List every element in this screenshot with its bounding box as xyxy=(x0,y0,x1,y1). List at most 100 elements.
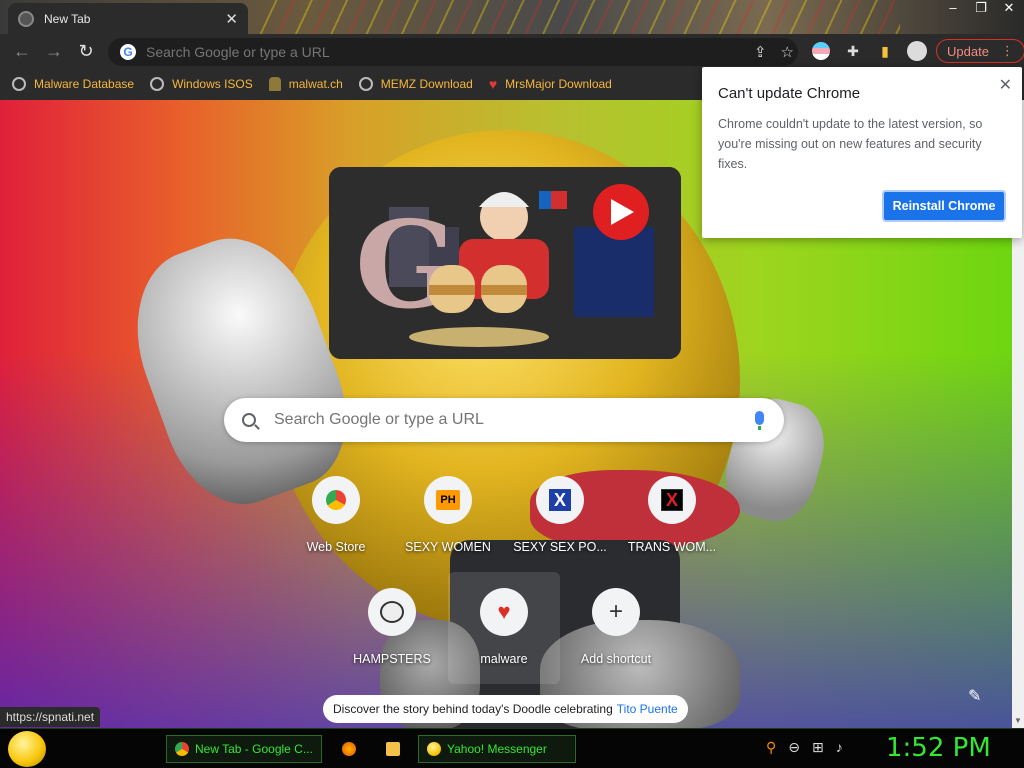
reload-button[interactable]: ↻ xyxy=(70,35,102,67)
bookmark-label: Malware Database xyxy=(34,77,135,91)
bookmark-star-icon[interactable]: ☆ xyxy=(781,43,794,61)
globe-icon xyxy=(358,77,373,91)
shortcut-label: Add shortcut xyxy=(580,652,652,666)
shortcut-label: TRANS WOM... xyxy=(627,540,717,554)
address-bar[interactable]: G ⇪ ☆ xyxy=(108,38,798,66)
bookmark-label: MEMZ Download xyxy=(380,77,473,91)
shortcut-sexy-sex-po[interactable]: X SEXY SEX PO... xyxy=(504,472,616,584)
heart-icon: ♥ xyxy=(488,76,498,92)
taskbar-task-label: New Tab - Google C... xyxy=(195,742,313,756)
x-red-icon: X xyxy=(661,489,683,511)
ntp-search-input[interactable] xyxy=(274,411,734,429)
update-button[interactable]: Update ⋮ xyxy=(936,39,1024,63)
tab-strip: New Tab ✕ ‒ ❐ ✕ xyxy=(0,0,1024,34)
shortcut-tile: X xyxy=(648,476,696,524)
chrome-web-store-icon xyxy=(326,490,346,510)
bookmark-malware-database[interactable]: Malware Database xyxy=(12,77,134,91)
tab-title: New Tab xyxy=(44,11,91,26)
bookmark-label: malwat.ch xyxy=(288,77,343,91)
restore-button[interactable]: ❐ xyxy=(972,0,990,16)
toolbar-icons: ✚ ▮ Update ⋮ xyxy=(808,38,1024,64)
trans-flag-icon xyxy=(812,42,830,60)
menu-icon: ⋮ xyxy=(1000,43,1014,58)
firefox-icon xyxy=(342,742,356,756)
x-blue-icon: X xyxy=(549,489,571,511)
forward-button[interactable]: → xyxy=(38,35,70,67)
shortcut-tile: PH xyxy=(424,476,472,524)
shortcut-label: SEXY WOMEN xyxy=(405,540,491,554)
globe-icon xyxy=(12,77,26,91)
taskbar-explorer[interactable] xyxy=(378,735,408,763)
avatar xyxy=(907,41,927,61)
bookmark-windows-isos[interactable]: Windows ISOS xyxy=(150,77,253,91)
search-icon xyxy=(242,413,256,427)
shortcut-tile xyxy=(368,588,416,636)
doodle-story-text: Discover the story behind today's Doodle… xyxy=(333,702,613,716)
system-tray: ⚲ ⊖ ⊞ ♪ xyxy=(766,739,843,756)
ph-icon: PH xyxy=(436,490,460,510)
bookmark-label: Windows ISOS xyxy=(172,77,253,91)
profile-button[interactable] xyxy=(904,38,930,64)
shortcut-trans-wom[interactable]: X TRANS WOM... xyxy=(616,472,728,584)
close-window-button[interactable]: ✕ xyxy=(1000,0,1018,16)
volume-icon[interactable]: ♪ xyxy=(836,739,843,756)
extensions-icon[interactable]: ✚ xyxy=(840,38,866,64)
shortcut-hampsters[interactable]: HAMPSTERS xyxy=(336,584,448,696)
shortcut-tile: + xyxy=(592,588,640,636)
back-button[interactable]: ← xyxy=(6,35,38,67)
taskbar-task-chrome[interactable]: New Tab - Google C... xyxy=(166,735,322,763)
bookmark-malwatch[interactable]: malwat.ch xyxy=(268,77,343,91)
tab-close-icon[interactable]: ✕ xyxy=(225,10,238,28)
start-smiley-button[interactable] xyxy=(8,731,46,767)
google-doodle[interactable]: G xyxy=(329,167,681,359)
omnibox-actions: ⇪ ☆ xyxy=(754,43,794,61)
update-error-popup: Can't update Chrome Chrome couldn't upda… xyxy=(702,67,1022,238)
popup-close-icon[interactable]: ✕ xyxy=(999,75,1012,95)
taskbar-task-yahoo[interactable]: Yahoo! Messenger xyxy=(418,735,576,763)
scroll-down-icon[interactable]: ▼ xyxy=(1012,716,1024,728)
taskbar: New Tab - Google C... Yahoo! Messenger ⚲… xyxy=(0,728,1024,768)
ntp-search-box[interactable] xyxy=(224,398,784,442)
chrome-icon xyxy=(175,742,189,756)
popup-body: Chrome couldn't update to the latest ver… xyxy=(718,117,983,171)
voice-search-icon[interactable] xyxy=(755,411,764,430)
omnibox-input[interactable] xyxy=(146,44,726,60)
customize-pencil-icon[interactable]: ✎ xyxy=(968,686,981,706)
yahoo-smiley-icon xyxy=(427,742,441,756)
side-panel-icon[interactable]: ▮ xyxy=(872,38,898,64)
title-bar-background-art xyxy=(260,0,900,34)
hamster-icon xyxy=(380,601,404,623)
search-tray-icon[interactable]: ⚲ xyxy=(766,739,776,756)
globe-icon xyxy=(150,77,165,91)
new-tab-favicon-icon xyxy=(18,10,34,27)
bookmark-memz-download[interactable]: MEMZ Download xyxy=(358,77,473,91)
doodle-story-chip[interactable]: Discover the story behind today's Doodle… xyxy=(323,695,688,723)
bookmark-label: MrsMajor Download xyxy=(505,77,612,91)
taskbar-clock[interactable]: 1:52 PM xyxy=(886,733,991,763)
reinstall-chrome-button[interactable]: Reinstall Chrome xyxy=(882,190,1006,222)
popup-title: Can't update Chrome xyxy=(718,85,861,102)
figure-icon xyxy=(268,77,281,91)
shortcut-malware[interactable]: ♥ malware xyxy=(448,572,560,684)
taskbar-task-label: Yahoo! Messenger xyxy=(447,742,547,756)
network-icon[interactable]: ⊞ xyxy=(812,739,824,756)
folder-icon xyxy=(386,742,400,756)
browser-toolbar: ← → ↻ G ⇪ ☆ ✚ ▮ Update ⋮ xyxy=(0,34,1024,68)
shortcut-tile: X xyxy=(536,476,584,524)
taskbar-firefox[interactable] xyxy=(334,735,364,763)
shortcut-add[interactable]: + Add shortcut xyxy=(560,584,672,696)
heart-icon: ♥ xyxy=(497,599,511,624)
shortcut-web-store[interactable]: Web Store xyxy=(280,472,392,584)
shortcut-label: Web Store xyxy=(306,540,366,554)
language-icon[interactable]: ⊖ xyxy=(788,739,800,756)
share-icon[interactable]: ⇪ xyxy=(754,43,767,61)
profile-flag-button[interactable] xyxy=(808,38,834,64)
tab-new-tab[interactable]: New Tab ✕ xyxy=(8,3,248,34)
doodle-story-link[interactable]: Tito Puente xyxy=(617,702,678,716)
shortcut-label: SEXY SEX PO... xyxy=(513,540,607,554)
bookmark-mrsmajor-download[interactable]: ♥ MrsMajor Download xyxy=(489,76,612,92)
plus-icon: + xyxy=(608,598,623,625)
shortcut-tile: ♥ xyxy=(480,588,528,636)
minimize-button[interactable]: ‒ xyxy=(944,0,962,16)
shortcut-sexy-women[interactable]: PH SEXY WOMEN xyxy=(392,472,504,584)
